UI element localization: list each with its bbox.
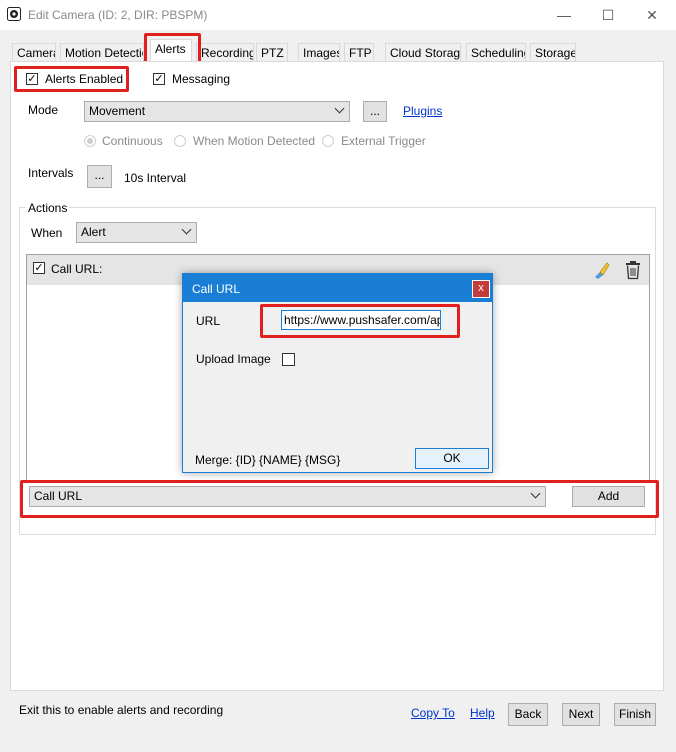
copy-to-link[interactable]: Copy To: [411, 706, 455, 720]
edit-brush-icon[interactable]: [592, 260, 612, 280]
tab-storage[interactable]: Storage: [530, 43, 576, 61]
merge-hint: Merge: {ID} {NAME} {MSG}: [195, 453, 341, 467]
tab-ptz[interactable]: PTZ: [256, 43, 288, 61]
radio-external-trigger-label: External Trigger: [341, 134, 426, 148]
dialog-ok-button[interactable]: OK: [415, 448, 489, 469]
chevron-down-icon: [181, 224, 192, 235]
tab-images[interactable]: Images: [298, 43, 340, 61]
maximize-button[interactable]: ☐: [596, 4, 620, 26]
tab-cloud-storage[interactable]: Cloud Storage: [385, 43, 461, 61]
action-item-label: Call URL:: [51, 262, 103, 276]
tab-recording[interactable]: Recording: [196, 43, 254, 61]
radio-external-trigger[interactable]: [322, 135, 334, 147]
tab-scheduling[interactable]: Scheduling: [466, 43, 526, 61]
close-button[interactable]: ✕: [640, 4, 664, 26]
add-action-select-value: Call URL: [34, 489, 83, 503]
add-action-select[interactable]: Call URL: [29, 486, 546, 507]
upload-image-checkbox[interactable]: [282, 353, 295, 366]
when-select[interactable]: Alert: [76, 222, 197, 243]
title-bar: Edit Camera (ID: 2, DIR: PBSPM) — ☐ ✕: [0, 0, 676, 30]
when-label: When: [31, 226, 63, 240]
next-button[interactable]: Next: [562, 703, 600, 726]
add-action-button[interactable]: Add: [572, 486, 645, 507]
trash-icon[interactable]: [624, 260, 642, 280]
actions-group-label: Actions: [26, 201, 70, 215]
radio-continuous[interactable]: [84, 135, 96, 147]
finish-button[interactable]: Finish: [614, 703, 656, 726]
chevron-down-icon: [530, 488, 541, 499]
alerts-enabled-checkbox[interactable]: ✓: [26, 73, 38, 85]
action-item-checkbox[interactable]: ✓: [33, 262, 45, 274]
mode-options-button[interactable]: ...: [363, 101, 387, 122]
window-title: Edit Camera (ID: 2, DIR: PBSPM): [28, 8, 208, 22]
dialog-close-button[interactable]: x: [472, 280, 490, 298]
tab-camera[interactable]: Camera: [12, 43, 56, 61]
plugins-link[interactable]: Plugins: [403, 104, 442, 118]
messaging-checkbox[interactable]: ✓: [153, 73, 165, 85]
messaging-label: Messaging: [172, 72, 231, 86]
radio-continuous-label: Continuous: [102, 134, 163, 148]
radio-when-motion-label: When Motion Detected: [193, 134, 316, 148]
tab-ftp[interactable]: FTP: [344, 43, 374, 61]
help-link[interactable]: Help: [470, 706, 495, 720]
tab-motion-detection[interactable]: Motion Detection: [60, 43, 144, 61]
footer-hint: Exit this to enable alerts and recording: [19, 703, 224, 717]
mode-select[interactable]: Movement: [84, 101, 350, 122]
dialog-title: Call URL: [192, 282, 241, 296]
url-label: URL: [196, 314, 221, 328]
interval-value: 10s Interval: [124, 171, 187, 185]
call-url-dialog: Call URL x URL https://www.pushsafer.com…: [182, 273, 493, 473]
camera-app-icon: [7, 7, 21, 21]
radio-when-motion[interactable]: [174, 135, 186, 147]
minimize-button[interactable]: —: [552, 4, 576, 26]
intervals-button[interactable]: ...: [87, 165, 112, 188]
mode-label: Mode: [28, 103, 59, 117]
mode-select-value: Movement: [89, 104, 146, 118]
upload-image-label: Upload Image: [196, 352, 271, 366]
back-button[interactable]: Back: [508, 703, 548, 726]
url-input[interactable]: https://www.pushsafer.com/api?: [281, 310, 441, 330]
intervals-label: Intervals: [28, 166, 74, 180]
dialog-title-bar: Call URL x: [183, 274, 492, 302]
alerts-enabled-label: Alerts Enabled: [45, 72, 124, 86]
chevron-down-icon: [334, 103, 345, 114]
when-select-value: Alert: [81, 225, 106, 239]
